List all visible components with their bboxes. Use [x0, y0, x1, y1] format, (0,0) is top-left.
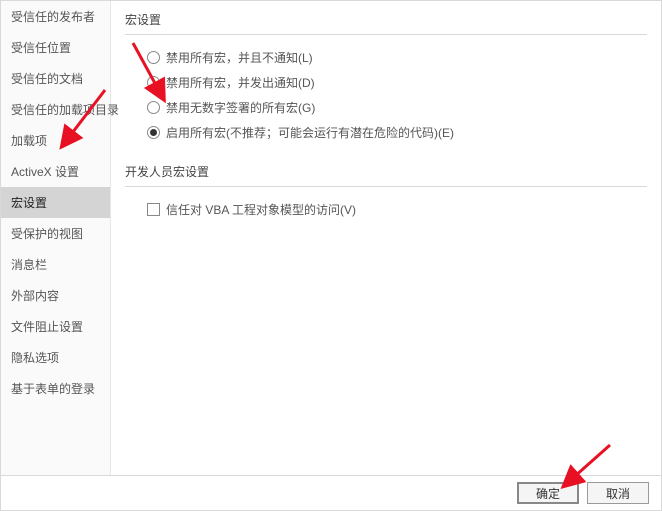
dialog-footer: 确定 取消 — [0, 476, 662, 511]
sidebar-item-label: 受信任的文档 — [11, 72, 83, 86]
radio-label: 禁用所有宏，并且不通知(L) — [166, 49, 313, 66]
sidebar-item-file-block-settings[interactable]: 文件阻止设置 — [1, 311, 110, 342]
group-title: 开发人员宏设置 — [125, 163, 647, 187]
sidebar-item-trusted-addin-catalogs[interactable]: 受信任的加载项目录 — [1, 94, 110, 125]
radio-icon — [147, 126, 160, 139]
sidebar-item-privacy-options[interactable]: 隐私选项 — [1, 342, 110, 373]
radio-icon — [147, 76, 160, 89]
sidebar-item-activex-settings[interactable]: ActiveX 设置 — [1, 156, 110, 187]
sidebar-item-label: 基于表单的登录 — [11, 382, 95, 396]
developer-macro-settings-group: 开发人员宏设置 信任对 VBA 工程对象模型的访问(V) — [125, 163, 647, 222]
sidebar-item-label: 宏设置 — [11, 196, 47, 210]
sidebar-item-macro-settings[interactable]: 宏设置 — [1, 187, 110, 218]
sidebar-item-label: 受信任的加载项目录 — [11, 103, 119, 117]
cancel-button[interactable]: 取消 — [587, 482, 649, 504]
sidebar-item-addins[interactable]: 加载项 — [1, 125, 110, 156]
sidebar-item-label: 消息栏 — [11, 258, 47, 272]
radio-disable-all-notify[interactable]: 禁用所有宏，并发出通知(D) — [125, 70, 647, 95]
radio-icon — [147, 51, 160, 64]
group-title: 宏设置 — [125, 11, 647, 35]
checkbox-trust-vba-model[interactable]: 信任对 VBA 工程对象模型的访问(V) — [125, 197, 647, 222]
radio-label: 禁用无数字签署的所有宏(G) — [166, 99, 315, 116]
sidebar-item-trusted-publishers[interactable]: 受信任的发布者 — [1, 1, 110, 32]
checkbox-label: 信任对 VBA 工程对象模型的访问(V) — [166, 201, 356, 218]
sidebar-item-form-based-login[interactable]: 基于表单的登录 — [1, 373, 110, 404]
sidebar-item-label: 文件阻止设置 — [11, 320, 83, 334]
radio-label: 禁用所有宏，并发出通知(D) — [166, 74, 315, 91]
sidebar-item-protected-view[interactable]: 受保护的视图 — [1, 218, 110, 249]
sidebar-item-label: 加载项 — [11, 134, 47, 148]
sidebar-item-message-bar[interactable]: 消息栏 — [1, 249, 110, 280]
sidebar-item-label: 受信任的发布者 — [11, 10, 95, 24]
sidebar-item-label: 受保护的视图 — [11, 227, 83, 241]
radio-disable-all-no-notify[interactable]: 禁用所有宏，并且不通知(L) — [125, 45, 647, 70]
sidebar-item-label: 外部内容 — [11, 289, 59, 303]
category-sidebar: 受信任的发布者 受信任位置 受信任的文档 受信任的加载项目录 加载项 Activ… — [1, 1, 111, 475]
radio-label: 启用所有宏(不推荐；可能会运行有潜在危险的代码)(E) — [166, 124, 454, 141]
radio-icon — [147, 101, 160, 114]
sidebar-item-trusted-locations[interactable]: 受信任位置 — [1, 32, 110, 63]
sidebar-item-trusted-documents[interactable]: 受信任的文档 — [1, 63, 110, 94]
macro-settings-group: 宏设置 禁用所有宏，并且不通知(L) 禁用所有宏，并发出通知(D) 禁用无数字签… — [125, 11, 647, 145]
sidebar-item-external-content[interactable]: 外部内容 — [1, 280, 110, 311]
sidebar-item-label: ActiveX 设置 — [11, 165, 79, 179]
checkbox-icon — [147, 203, 160, 216]
main-panel: 宏设置 禁用所有宏，并且不通知(L) 禁用所有宏，并发出通知(D) 禁用无数字签… — [111, 1, 661, 475]
radio-disable-unsigned[interactable]: 禁用无数字签署的所有宏(G) — [125, 95, 647, 120]
sidebar-item-label: 受信任位置 — [11, 41, 71, 55]
ok-button[interactable]: 确定 — [517, 482, 579, 504]
sidebar-item-label: 隐私选项 — [11, 351, 59, 365]
radio-enable-all[interactable]: 启用所有宏(不推荐；可能会运行有潜在危险的代码)(E) — [125, 120, 647, 145]
trust-center-dialog: 受信任的发布者 受信任位置 受信任的文档 受信任的加载项目录 加载项 Activ… — [0, 0, 662, 476]
